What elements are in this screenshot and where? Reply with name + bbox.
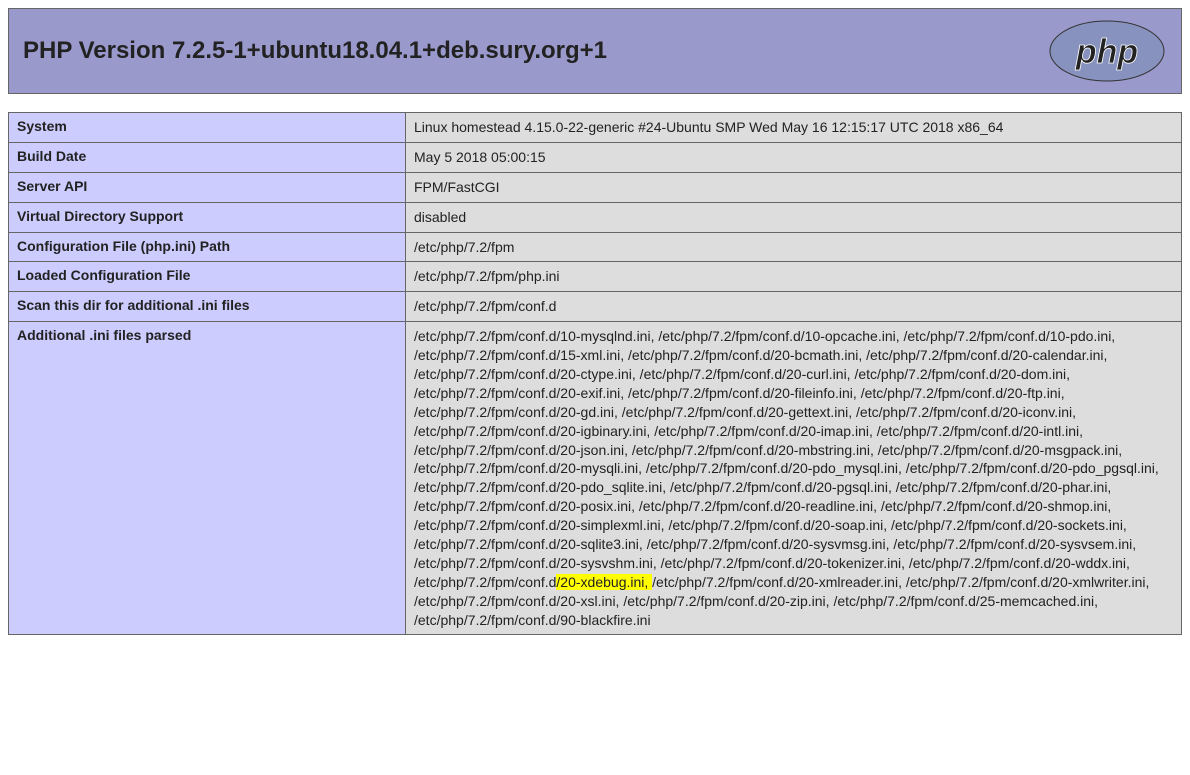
table-row: System Linux homestead 4.15.0-22-generic… (9, 113, 1182, 143)
ini-highlight-xdebug: /20-xdebug.ini, (556, 574, 652, 590)
row-value: May 5 2018 05:00:15 (406, 142, 1182, 172)
row-label: Server API (9, 172, 406, 202)
ini-list-before: /etc/php/7.2/fpm/conf.d/10-mysqlnd.ini, … (414, 328, 1159, 590)
table-row: Virtual Directory Support disabled (9, 202, 1182, 232)
row-value: FPM/FastCGI (406, 172, 1182, 202)
page-title: PHP Version 7.2.5-1+ubuntu18.04.1+deb.su… (23, 37, 607, 65)
table-row: Server API FPM/FastCGI (9, 172, 1182, 202)
table-row: Build Date May 5 2018 05:00:15 (9, 142, 1182, 172)
row-value-additional: /etc/php/7.2/fpm/conf.d/10-mysqlnd.ini, … (406, 322, 1182, 635)
table-row: Loaded Configuration File /etc/php/7.2/f… (9, 262, 1182, 292)
php-logo-icon: php (1047, 19, 1167, 83)
row-value: /etc/php/7.2/fpm/conf.d (406, 292, 1182, 322)
row-label: Additional .ini files parsed (9, 322, 406, 635)
row-label: Configuration File (php.ini) Path (9, 232, 406, 262)
phpinfo-table: System Linux homestead 4.15.0-22-generic… (8, 112, 1182, 635)
phpinfo-header: PHP Version 7.2.5-1+ubuntu18.04.1+deb.su… (8, 8, 1182, 94)
row-value: /etc/php/7.2/fpm/php.ini (406, 262, 1182, 292)
row-value: Linux homestead 4.15.0-22-generic #24-Ub… (406, 113, 1182, 143)
row-label: Build Date (9, 142, 406, 172)
row-value: /etc/php/7.2/fpm (406, 232, 1182, 262)
row-label: Scan this dir for additional .ini files (9, 292, 406, 322)
row-label: Loaded Configuration File (9, 262, 406, 292)
table-row-additional-ini: Additional .ini files parsed /etc/php/7.… (9, 322, 1182, 635)
table-row: Scan this dir for additional .ini files … (9, 292, 1182, 322)
phpinfo-table-body: System Linux homestead 4.15.0-22-generic… (9, 113, 1182, 635)
svg-text:php: php (1075, 33, 1138, 71)
row-label: System (9, 113, 406, 143)
row-value: disabled (406, 202, 1182, 232)
row-label: Virtual Directory Support (9, 202, 406, 232)
table-row: Configuration File (php.ini) Path /etc/p… (9, 232, 1182, 262)
